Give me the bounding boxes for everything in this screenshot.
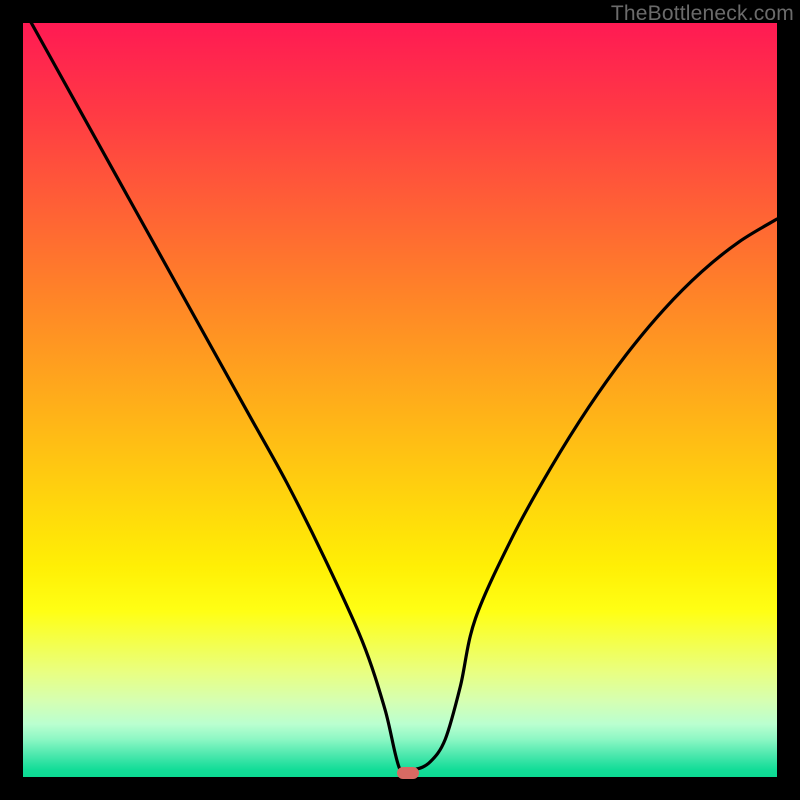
chart-container: TheBottleneck.com [0, 0, 800, 800]
plot-area [23, 23, 777, 777]
watermark-text: TheBottleneck.com [611, 2, 794, 26]
minimum-marker [397, 767, 419, 779]
bottleneck-curve [23, 23, 777, 777]
